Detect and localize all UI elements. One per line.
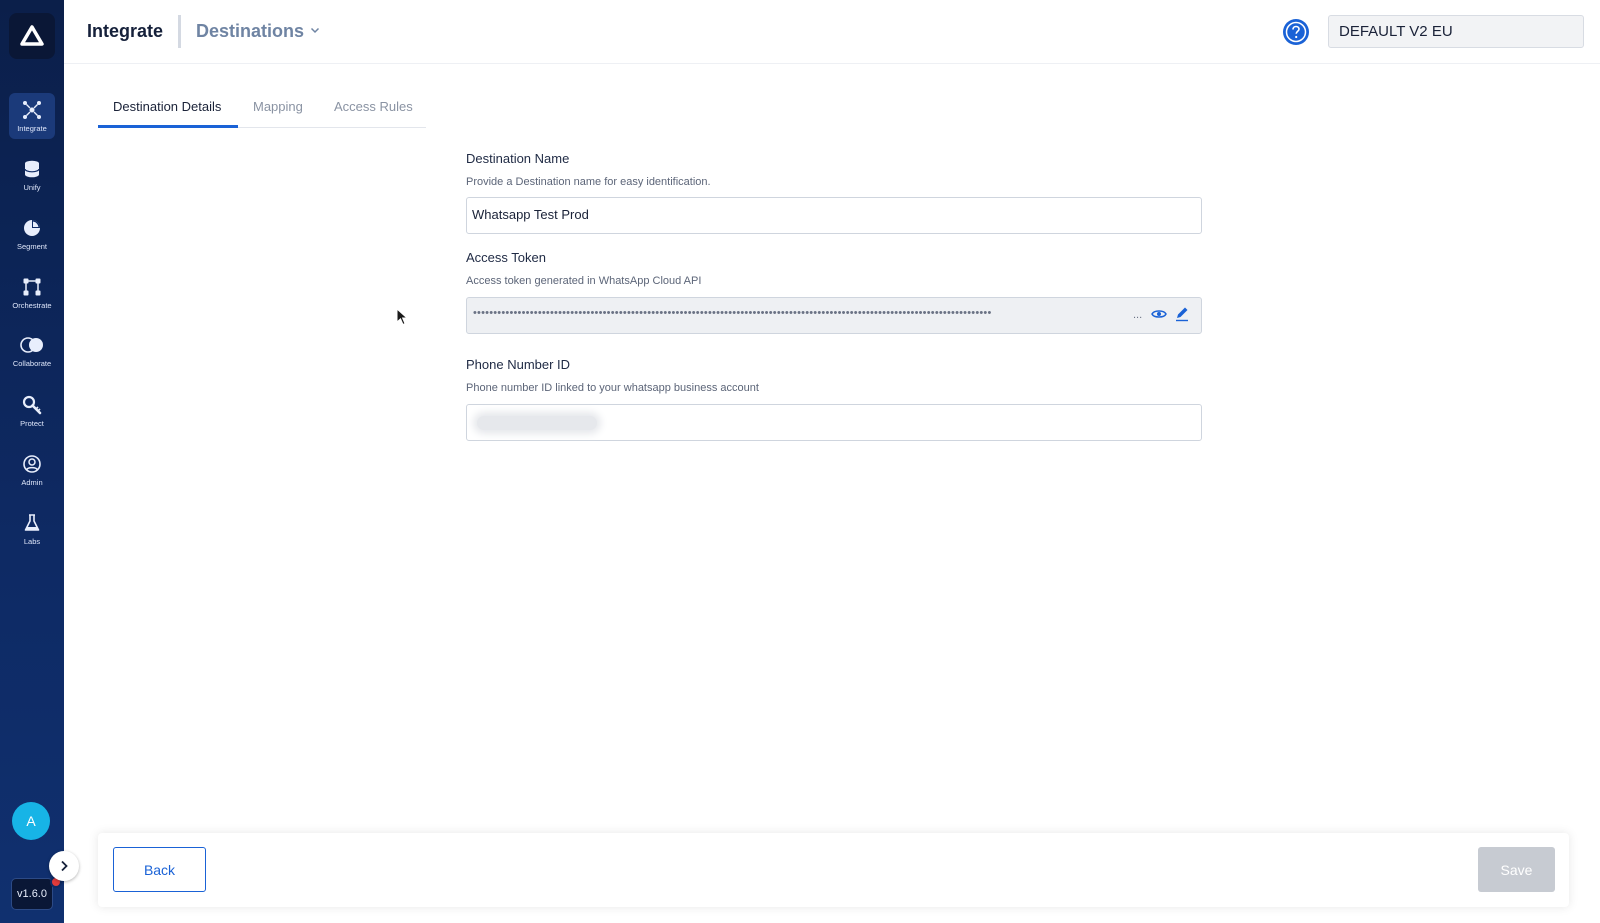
sidebar-item-label: Admin bbox=[21, 477, 43, 487]
destination-name-label: Destination Name bbox=[466, 151, 570, 166]
eye-icon[interactable] bbox=[1151, 307, 1167, 321]
database-icon bbox=[24, 160, 40, 177]
header-divider bbox=[178, 15, 181, 48]
sidebar-item-label: Labs bbox=[23, 536, 41, 546]
sidebar-item-labs[interactable]: Labs bbox=[9, 506, 55, 552]
sidebar-item-protect[interactable]: Protect bbox=[9, 388, 55, 434]
sidebar-item-segment[interactable]: Segment bbox=[9, 211, 55, 257]
phone-number-id-input[interactable] bbox=[466, 404, 1202, 441]
tab-bar: Destination Details Mapping Access Rules bbox=[98, 90, 426, 128]
pie-chart-icon bbox=[24, 219, 40, 236]
tab-access-rules[interactable]: Access Rules bbox=[334, 99, 413, 114]
sidebar-item-label: Segment bbox=[16, 241, 48, 251]
sidebar-item-label: Collaborate bbox=[12, 358, 52, 368]
redacted-value bbox=[477, 416, 597, 430]
user-circle-icon bbox=[23, 454, 41, 473]
destination-name-input[interactable]: Whatsapp Test Prod bbox=[466, 197, 1202, 234]
sidebar: Integrate Unify Segment Orchestrate Coll… bbox=[0, 0, 64, 923]
help-icon[interactable] bbox=[1282, 18, 1310, 46]
integrate-icon bbox=[23, 100, 41, 119]
top-header: Integrate Destinations DEFAULT V2 EU bbox=[64, 0, 1600, 64]
back-button[interactable]: Back bbox=[113, 847, 206, 892]
access-token-help: Access token generated in WhatsApp Cloud… bbox=[466, 275, 702, 287]
sidebar-item-label: Protect bbox=[20, 418, 44, 428]
logo-triangle-icon bbox=[20, 25, 44, 46]
destination-name-help: Provide a Destination name for easy iden… bbox=[466, 176, 711, 188]
token-ellipsis: ... bbox=[1133, 309, 1143, 321]
app-logo[interactable] bbox=[9, 13, 55, 59]
tab-destination-details[interactable]: Destination Details bbox=[113, 99, 221, 114]
sidebar-item-label: Integrate bbox=[17, 123, 47, 133]
sidebar-item-orchestrate[interactable]: Orchestrate bbox=[9, 270, 55, 316]
phone-number-id-label: Phone Number ID bbox=[466, 357, 571, 372]
tab-mapping[interactable]: Mapping bbox=[253, 99, 303, 114]
pencil-icon[interactable] bbox=[1175, 306, 1189, 322]
avatar[interactable]: A bbox=[12, 802, 50, 840]
phone-number-id-help: Phone number ID linked to your whatsapp … bbox=[466, 382, 759, 394]
save-button[interactable]: Save bbox=[1478, 847, 1555, 892]
sidebar-item-collaborate[interactable]: Collaborate bbox=[9, 328, 55, 374]
page-title: Integrate bbox=[87, 21, 164, 41]
active-tab-indicator bbox=[98, 125, 238, 128]
chevron-right-icon bbox=[61, 860, 68, 872]
overlap-circles-icon bbox=[20, 336, 43, 353]
access-token-label: Access Token bbox=[466, 250, 546, 265]
environment-select[interactable]: DEFAULT V2 EU bbox=[1328, 15, 1584, 48]
sidebar-item-unify[interactable]: Unify bbox=[9, 152, 55, 198]
mouse-cursor-icon bbox=[396, 308, 408, 326]
workflow-icon bbox=[23, 278, 41, 295]
sidebar-item-label: Orchestrate bbox=[12, 300, 52, 310]
masked-token: ••••••••••••••••••••••••••••••••••••••••… bbox=[473, 307, 992, 319]
section-dropdown[interactable]: Destinations bbox=[196, 21, 304, 42]
access-token-input[interactable]: ••••••••••••••••••••••••••••••••••••••••… bbox=[466, 297, 1202, 334]
expand-sidebar-button[interactable] bbox=[49, 851, 79, 881]
chevron-down-icon[interactable] bbox=[310, 27, 320, 34]
version-badge[interactable]: v1.6.0 bbox=[11, 878, 53, 910]
sidebar-item-admin[interactable]: Admin bbox=[9, 447, 55, 493]
sidebar-item-label: Unify bbox=[23, 182, 41, 192]
flask-icon bbox=[24, 513, 40, 531]
sidebar-item-integrate[interactable]: Integrate bbox=[9, 93, 55, 139]
key-search-icon bbox=[22, 395, 42, 414]
form-footer: Back Save bbox=[98, 833, 1569, 907]
